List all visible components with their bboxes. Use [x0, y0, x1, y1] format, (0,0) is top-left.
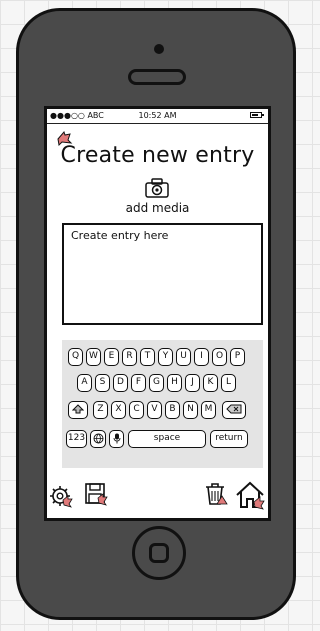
- key-u[interactable]: U: [176, 348, 191, 366]
- key-m[interactable]: M: [201, 401, 216, 419]
- key-g[interactable]: G: [149, 374, 164, 392]
- key-i[interactable]: I: [194, 348, 209, 366]
- trash-icon[interactable]: [204, 482, 228, 506]
- key-l[interactable]: L: [221, 374, 236, 392]
- key-d[interactable]: D: [113, 374, 128, 392]
- status-bar: ●●●○○ ABC 10:52 AM: [47, 109, 268, 124]
- shift-icon: [71, 404, 85, 414]
- key-z[interactable]: Z: [93, 401, 108, 419]
- home-button-square: [149, 543, 169, 563]
- key-q[interactable]: Q: [68, 348, 83, 366]
- keyboard: Q W E R T Y U I O P A S D F G H J K L Z …: [62, 340, 263, 468]
- key-s[interactable]: S: [95, 374, 110, 392]
- globe-icon: [93, 433, 103, 444]
- phone-frame: ●●●○○ ABC 10:52 AM Create new entry add …: [16, 8, 296, 620]
- numbers-key[interactable]: 123: [66, 430, 87, 448]
- status-time: 10:52 AM: [138, 111, 177, 120]
- return-key[interactable]: return: [210, 430, 248, 448]
- backspace-key[interactable]: [222, 401, 246, 419]
- speaker-grille: [128, 69, 186, 85]
- entry-placeholder: Create entry here: [71, 229, 169, 242]
- key-k[interactable]: K: [203, 374, 218, 392]
- key-e[interactable]: E: [104, 348, 119, 366]
- key-h[interactable]: H: [167, 374, 182, 392]
- shift-key[interactable]: [68, 401, 88, 419]
- space-key[interactable]: space: [128, 430, 206, 448]
- key-n[interactable]: N: [183, 401, 198, 419]
- front-camera: [154, 44, 164, 54]
- key-a[interactable]: A: [77, 374, 92, 392]
- key-c[interactable]: C: [129, 401, 144, 419]
- save-icon[interactable]: [84, 482, 108, 506]
- entry-text-area[interactable]: Create entry here: [62, 223, 263, 325]
- key-p[interactable]: P: [230, 348, 245, 366]
- home-icon[interactable]: [235, 480, 265, 510]
- key-r[interactable]: R: [122, 348, 137, 366]
- key-b[interactable]: B: [165, 401, 180, 419]
- add-media-link[interactable]: add media: [47, 201, 268, 215]
- key-y[interactable]: Y: [158, 348, 173, 366]
- key-t[interactable]: T: [140, 348, 155, 366]
- key-j[interactable]: J: [185, 374, 200, 392]
- key-v[interactable]: V: [147, 401, 162, 419]
- settings-icon[interactable]: [49, 484, 73, 508]
- backspace-icon: [226, 404, 242, 414]
- home-button[interactable]: [132, 526, 186, 580]
- key-f[interactable]: F: [131, 374, 146, 392]
- globe-key[interactable]: [90, 430, 106, 448]
- camera-icon[interactable]: [144, 177, 170, 199]
- key-x[interactable]: X: [111, 401, 126, 419]
- key-w[interactable]: W: [86, 348, 101, 366]
- mic-key[interactable]: [109, 430, 124, 448]
- phone-screen: ●●●○○ ABC 10:52 AM Create new entry add …: [44, 106, 271, 521]
- key-o[interactable]: O: [212, 348, 227, 366]
- page-title: Create new entry: [60, 143, 255, 168]
- microphone-icon: [113, 433, 120, 444]
- battery-icon: [250, 112, 264, 118]
